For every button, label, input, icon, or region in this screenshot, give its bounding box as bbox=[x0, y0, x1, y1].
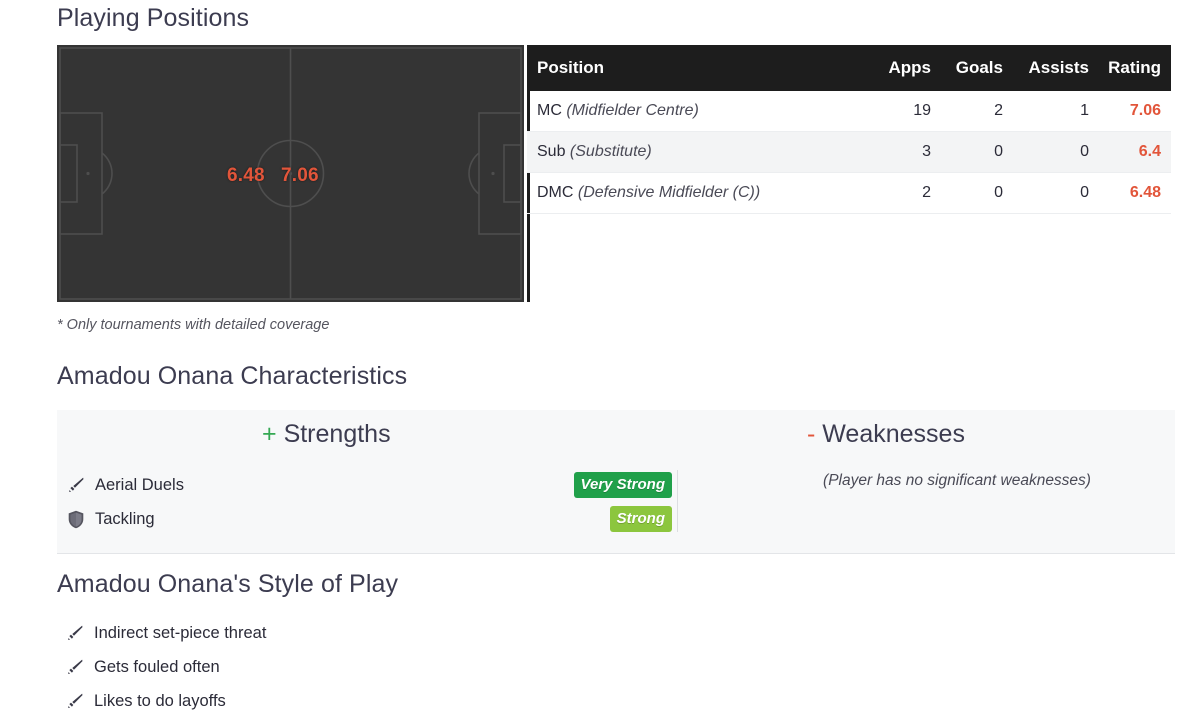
cell-apps: 19 bbox=[853, 91, 931, 132]
list-item[interactable]: Aerial Duels bbox=[65, 468, 184, 502]
sword-icon bbox=[64, 657, 86, 677]
sword-icon bbox=[64, 691, 86, 711]
style-of-play-heading: Amadou Onana's Style of Play bbox=[57, 570, 399, 598]
strength-label: Tackling bbox=[95, 509, 155, 528]
table-header-row: Position Apps Goals Assists Rating bbox=[527, 45, 1171, 91]
plus-icon: + bbox=[262, 420, 277, 448]
position-description: (Defensive Midfielder (C)) bbox=[577, 184, 761, 201]
cell-assists: 0 bbox=[1003, 172, 1089, 214]
sword-icon bbox=[65, 475, 87, 495]
cell-rating: 6.4 bbox=[1089, 131, 1171, 173]
cell-position: MC (Midfielder Centre) bbox=[527, 91, 853, 132]
table-row: Sub (Substitute) 3 0 0 6.4 bbox=[527, 131, 1171, 173]
cell-goals: 0 bbox=[931, 172, 1003, 214]
cell-goals: 2 bbox=[931, 91, 1003, 132]
sword-icon bbox=[64, 623, 86, 643]
list-item[interactable]: Indirect set-piece threat bbox=[64, 616, 266, 650]
cell-assists: 1 bbox=[1003, 91, 1089, 132]
column-header-goals[interactable]: Goals bbox=[931, 45, 1003, 91]
column-header-apps[interactable]: Apps bbox=[853, 45, 931, 91]
section-divider bbox=[57, 553, 1175, 554]
position-code: MC bbox=[537, 102, 562, 119]
style-label: Likes to do layoffs bbox=[94, 691, 226, 710]
strength-label: Aerial Duels bbox=[95, 475, 184, 494]
pitch-markings-svg bbox=[57, 45, 524, 302]
characteristics-heading: Amadou Onana Characteristics bbox=[57, 362, 408, 390]
shield-icon bbox=[65, 509, 87, 529]
player-profile-page: Playing Positions 6.48 7.06 * Only tourn… bbox=[0, 0, 1200, 720]
style-of-play-list: Indirect set-piece threat Gets fouled of… bbox=[64, 616, 266, 718]
badge-row: Very Strong bbox=[495, 468, 675, 502]
position-code: DMC bbox=[537, 184, 574, 201]
position-description: (Substitute) bbox=[569, 143, 652, 160]
minus-icon: - bbox=[807, 420, 816, 448]
cell-assists: 0 bbox=[1003, 131, 1089, 173]
column-header-rating[interactable]: Rating bbox=[1089, 45, 1171, 91]
positions-table-header: Position Apps Goals Assists Rating bbox=[527, 45, 1171, 91]
characteristics-panel: + Strengths - Weaknesses Aerial Duels Ta… bbox=[57, 410, 1175, 554]
list-item[interactable]: Likes to do layoffs bbox=[64, 684, 266, 718]
status-badge: Strong bbox=[609, 506, 672, 532]
column-divider bbox=[677, 470, 678, 532]
cell-apps: 2 bbox=[853, 172, 931, 214]
cell-position: Sub (Substitute) bbox=[527, 131, 853, 173]
playing-positions-heading: Playing Positions bbox=[57, 4, 250, 32]
strengths-heading: + Strengths bbox=[262, 420, 391, 449]
pitch-coverage-note: * Only tournaments with detailed coverag… bbox=[57, 317, 330, 333]
weaknesses-heading: - Weaknesses bbox=[807, 420, 965, 449]
strength-badges: Very Strong Strong bbox=[495, 468, 675, 536]
cell-rating: 7.06 bbox=[1089, 91, 1171, 132]
table-row: DMC (Defensive Midfielder (C)) 2 0 0 6.4… bbox=[527, 172, 1171, 214]
cell-apps: 3 bbox=[853, 131, 931, 173]
position-code: Sub bbox=[537, 143, 566, 160]
weaknesses-label: Weaknesses bbox=[822, 420, 965, 448]
weaknesses-empty-note: (Player has no significant weaknesses) bbox=[823, 472, 1091, 489]
cell-goals: 0 bbox=[931, 131, 1003, 173]
style-label: Indirect set-piece threat bbox=[94, 623, 267, 642]
column-header-assists[interactable]: Assists bbox=[1003, 45, 1089, 91]
position-description: (Midfielder Centre) bbox=[566, 102, 699, 119]
positions-table-body: MC (Midfielder Centre) 19 2 1 7.06 Sub (… bbox=[527, 91, 1171, 214]
cell-rating: 6.48 bbox=[1089, 172, 1171, 214]
list-item[interactable]: Gets fouled often bbox=[64, 650, 266, 684]
status-badge: Very Strong bbox=[573, 472, 672, 498]
style-label: Gets fouled often bbox=[94, 657, 220, 676]
strengths-label: Strengths bbox=[283, 420, 391, 448]
pitch-graphic: 6.48 7.06 bbox=[57, 45, 524, 302]
column-header-position[interactable]: Position bbox=[527, 45, 853, 91]
badge-row: Strong bbox=[495, 502, 675, 536]
strengths-list: Aerial Duels Tackling bbox=[65, 468, 184, 536]
table-row: MC (Midfielder Centre) 19 2 1 7.06 bbox=[527, 91, 1171, 132]
cell-position: DMC (Defensive Midfielder (C)) bbox=[527, 172, 853, 214]
positions-table: Position Apps Goals Assists Rating MC (M… bbox=[527, 45, 1171, 214]
list-item[interactable]: Tackling bbox=[65, 502, 184, 536]
